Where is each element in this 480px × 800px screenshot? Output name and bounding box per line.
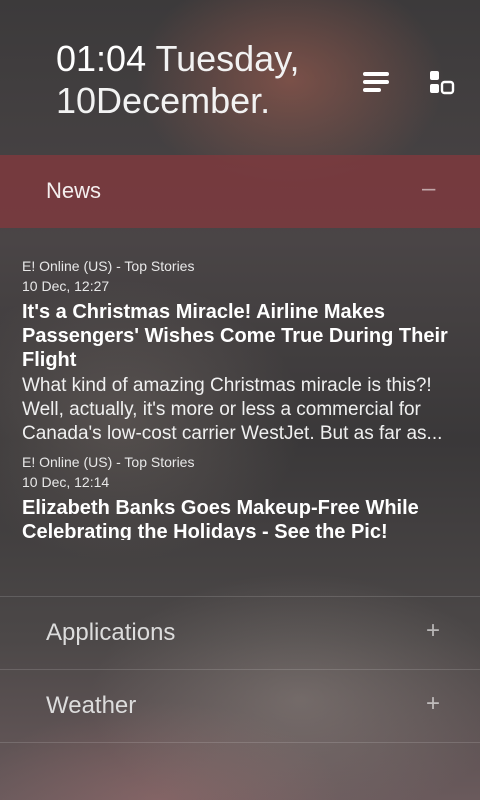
applications-label: Applications — [46, 619, 176, 646]
grid-icon[interactable] — [428, 70, 456, 95]
weather-section[interactable]: Weather + — [0, 669, 480, 743]
applications-section[interactable]: Applications + — [0, 596, 480, 670]
article-date: 10 Dec, 12:14 — [22, 474, 110, 490]
article-source: E! Online (US) - Top Stories — [22, 258, 195, 274]
article-headline[interactable]: Elizabeth Banks Goes Makeup-Free While C… — [22, 496, 462, 540]
news-title: News — [46, 178, 102, 203]
news-section-header[interactable]: News – — [0, 155, 480, 228]
list-icon[interactable] — [362, 70, 390, 94]
news-article[interactable]: E! Online (US) - Top Stories 10 Dec, 12:… — [22, 452, 462, 540]
article-headline[interactable]: It's a Christmas Miracle! Airline Makes … — [22, 300, 462, 372]
expand-icon[interactable]: + — [426, 617, 440, 645]
article-source: E! Online (US) - Top Stories — [22, 454, 195, 470]
weather-label: Weather — [46, 692, 137, 719]
article-date: 10 Dec, 12:27 — [22, 278, 110, 294]
article-summary: What kind of amazing Christmas miracle i… — [22, 375, 443, 444]
news-article[interactable]: E! Online (US) - Top Stories 10 Dec, 12:… — [22, 256, 462, 446]
clock-date: 01:04 Tuesday, 10December. — [56, 38, 346, 122]
news-feed[interactable]: E! Online (US) - Top Stories 10 Dec, 12:… — [0, 256, 480, 540]
header: 01:04 Tuesday, 10December. — [0, 0, 480, 155]
clock-time: 01:04 — [56, 38, 147, 79]
divider — [0, 742, 480, 743]
collapse-icon[interactable]: – — [422, 175, 435, 203]
expand-icon[interactable]: + — [426, 690, 440, 718]
